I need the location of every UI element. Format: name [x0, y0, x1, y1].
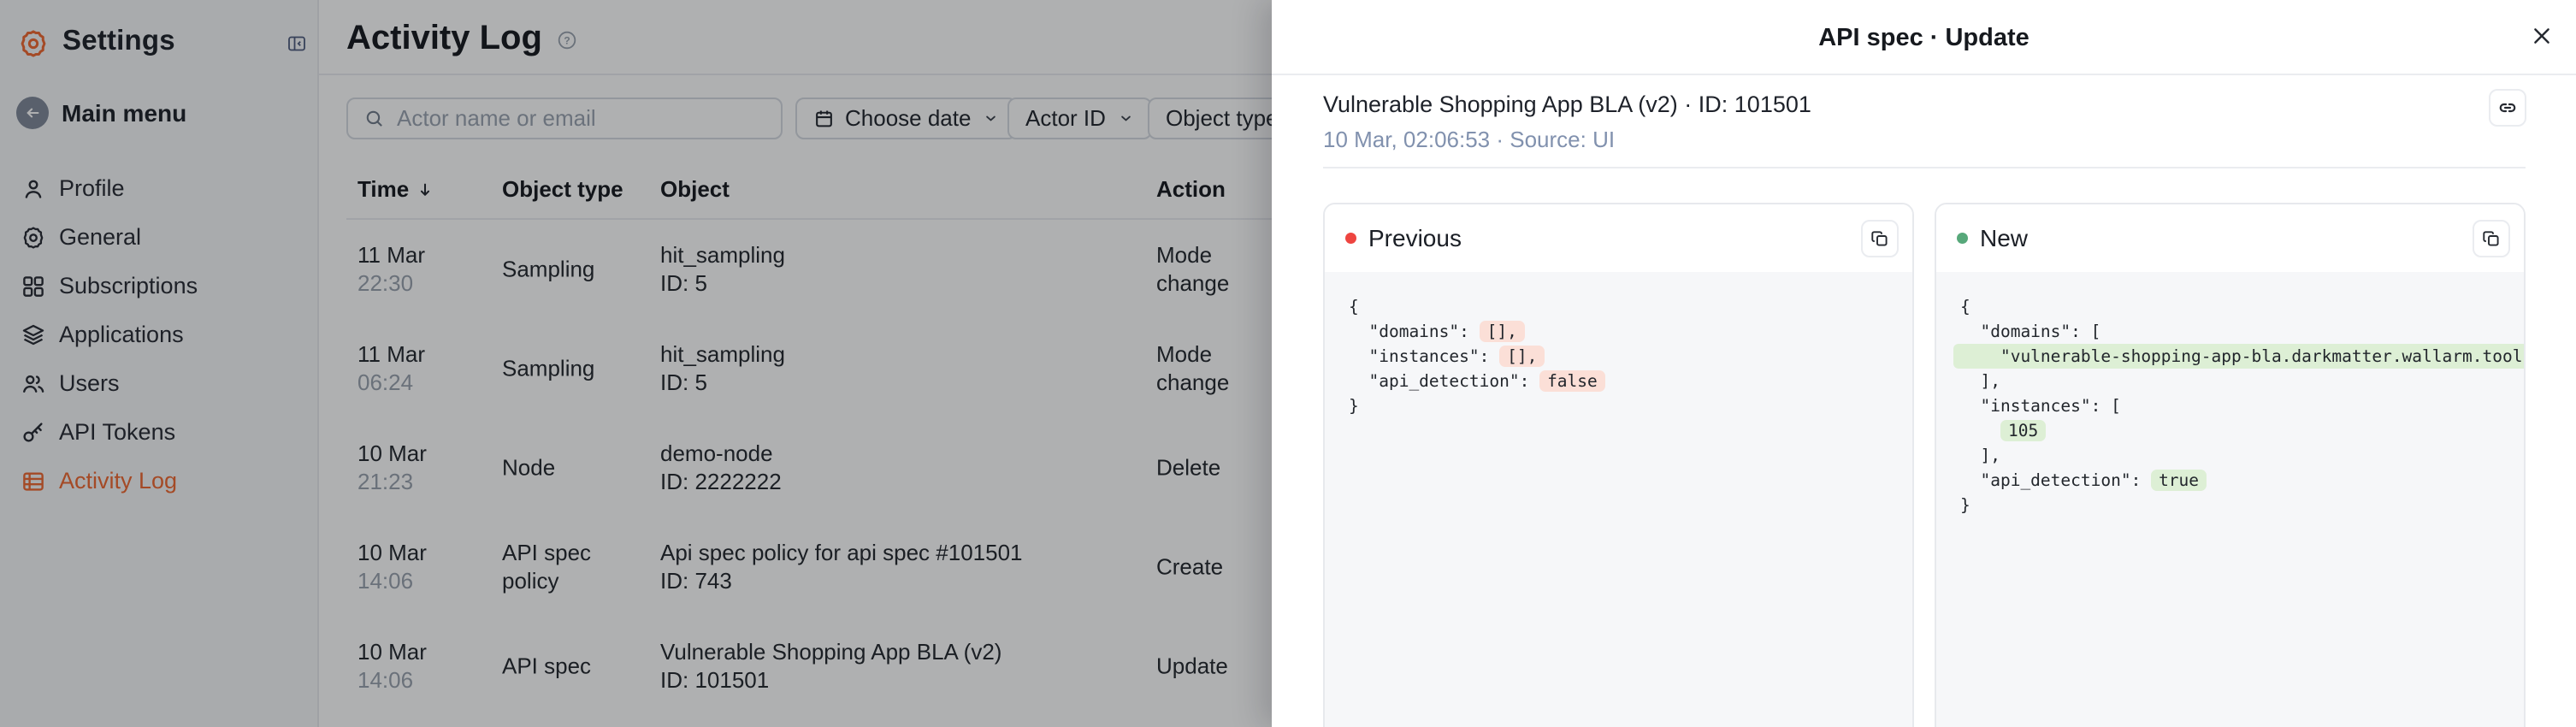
copy-link-button[interactable] [2489, 89, 2526, 127]
diff-cards: Previous { "domains": [], "instances": [… [1323, 203, 2526, 727]
close-icon[interactable] [2530, 24, 2554, 48]
copy-previous-button[interactable] [1861, 220, 1899, 257]
previous-card: Previous { "domains": [], "instances": [… [1323, 203, 1914, 727]
link-icon [2496, 97, 2519, 119]
object-title: Vulnerable Shopping App BLA (v2) · ID: 1… [1323, 92, 1811, 118]
event-timestamp: 10 Mar, 02:06:53 · Source: UI [1323, 127, 1615, 153]
drawer-title: API spec · Update [1272, 24, 2576, 52]
drawer-header-divider [1272, 74, 2576, 75]
copy-icon [2481, 228, 2502, 249]
drawer-backdrop[interactable] [0, 0, 1272, 727]
previous-dot-icon [1345, 233, 1356, 244]
new-card: New { "domains": [ "vulnerable-shopping-… [1935, 203, 2526, 727]
previous-card-header: Previous [1325, 204, 1912, 272]
new-dot-icon [1957, 233, 1968, 244]
new-card-header: New [1936, 204, 2524, 272]
copy-icon [1870, 228, 1890, 249]
previous-json-code: { "domains": [], "instances": [], "api_d… [1325, 272, 1912, 727]
event-details-drawer: API spec · Update Vulnerable Shopping Ap… [1272, 0, 2576, 727]
copy-new-button[interactable] [2473, 220, 2510, 257]
new-label: New [1980, 225, 2028, 252]
new-json-code: { "domains": [ "vulnerable-shopping-app-… [1936, 272, 2524, 727]
previous-label: Previous [1368, 225, 1462, 252]
drawer-body-divider [1323, 167, 2526, 168]
